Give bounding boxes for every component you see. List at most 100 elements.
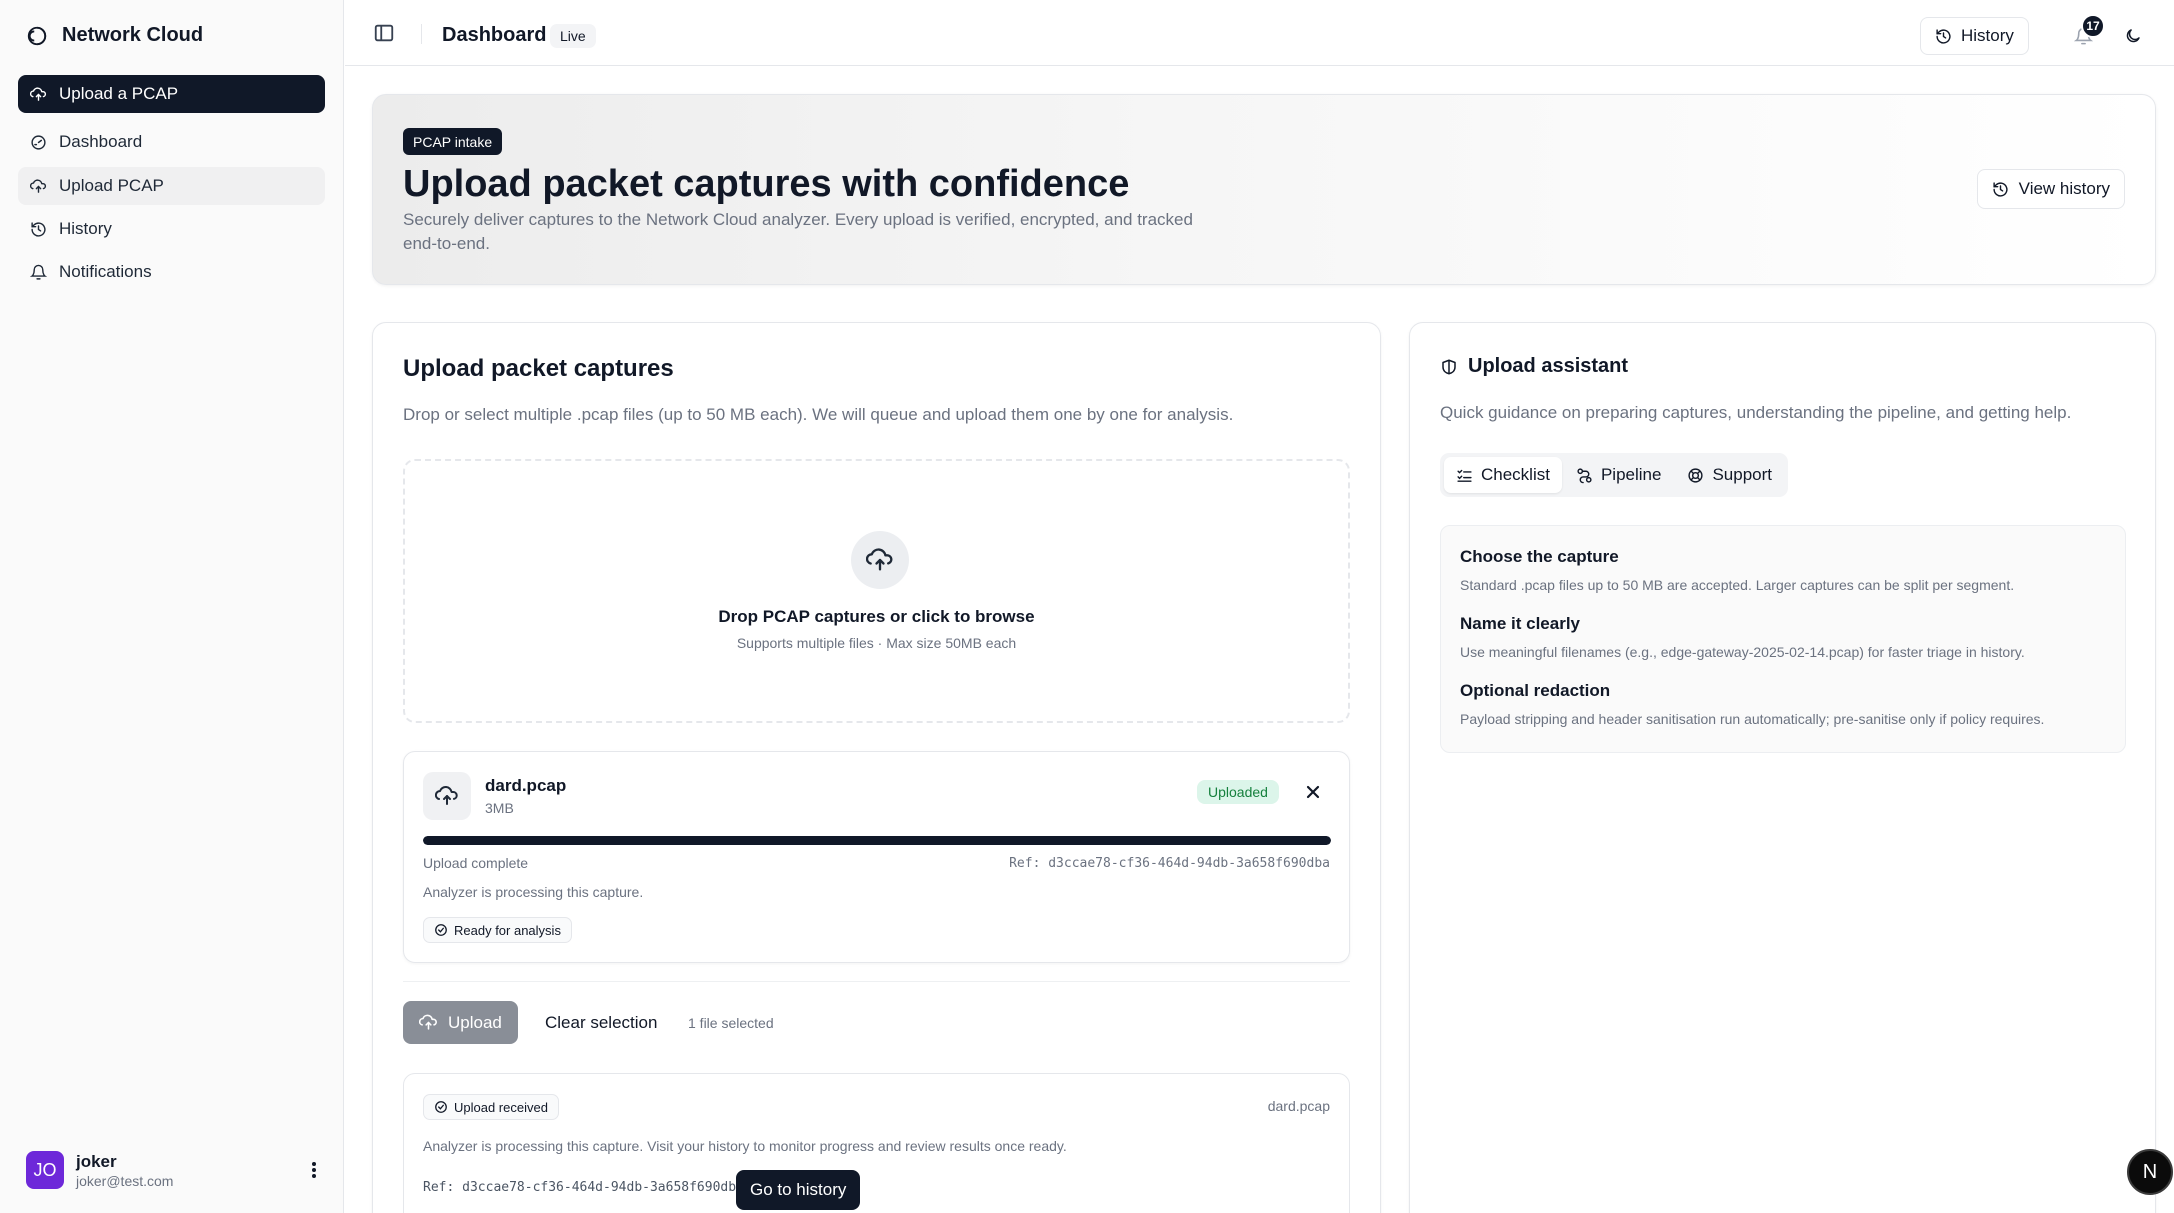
notifications-button[interactable]: 17: [2065, 14, 2105, 54]
upload-card: Upload packet captures Drop or select mu…: [372, 322, 1381, 1213]
history-icon: [31, 221, 46, 237]
history-icon: [1993, 181, 2008, 197]
dropzone-title: Drop PCAP captures or click to browse: [718, 607, 1035, 626]
history-icon: [1936, 28, 1951, 44]
history-button-label: History: [1961, 26, 2014, 45]
ready-label: Ready for analysis: [454, 922, 561, 938]
cloud-upload-icon: [30, 178, 47, 193]
upload-received-badge: Upload received: [423, 1094, 559, 1120]
brand-logo-icon: [27, 26, 47, 45]
user-email: joker@test.com: [76, 1172, 174, 1189]
tab-label: Checklist: [1481, 465, 1550, 484]
cloud-upload-icon: [435, 786, 458, 805]
sidebar-item-label: Upload PCAP: [59, 176, 164, 195]
sidebar-item-dashboard[interactable]: Dashboard: [18, 123, 325, 161]
route-icon: [1577, 467, 1592, 483]
processing-note: Analyzer is processing this capture.: [423, 884, 644, 900]
tab-label: Support: [1712, 465, 1773, 484]
assistant-tabs: Checklist Pipeline Support: [1440, 453, 1789, 497]
checklist-item-desc: Standard .pcap files up to 50 MB are acc…: [1460, 577, 2015, 593]
sidebar-item-label: Upload a PCAP: [59, 84, 179, 103]
checklist-item-title: Name it clearly: [1460, 614, 1581, 633]
sidebar-item-label: Notifications: [59, 262, 152, 281]
file-name: dard.pcap: [485, 776, 567, 795]
clear-selection-button[interactable]: Clear selection: [535, 1001, 667, 1044]
assistant-description: Quick guidance on preparing captures, un…: [1440, 403, 2072, 422]
divider: [403, 981, 1350, 982]
view-history-button[interactable]: View history: [1976, 169, 2125, 209]
upload-reference: Ref: d3ccae78-cf36-464d-94db-3a658f690db…: [1009, 856, 1330, 871]
tab-checklist[interactable]: Checklist: [1444, 457, 1562, 493]
sidebar: Network Cloud Upload a PCAP Dashboard Up…: [0, 0, 344, 1213]
sidebar-item-history[interactable]: History: [18, 210, 325, 248]
received-reference: Ref: d3ccae78-cf36-464d-94db-3a658f690db…: [423, 1180, 744, 1195]
cloud-upload-icon: [419, 1014, 437, 1030]
upload-received-label: Upload received: [454, 1099, 548, 1115]
checklist-item-desc: Payload stripping and header sanitisatio…: [1460, 711, 2045, 727]
sidebar-toggle-button[interactable]: [373, 22, 395, 44]
list-checks-icon: [1457, 469, 1472, 482]
moon-icon: [2126, 29, 2140, 43]
view-history-label: View history: [2018, 179, 2110, 198]
file-size: 3MB: [485, 800, 514, 816]
hero-badge: PCAP intake: [403, 128, 503, 155]
tab-support[interactable]: Support: [1675, 457, 1784, 493]
shield-icon: [1442, 359, 1456, 374]
selected-count: 1 file selected: [688, 1015, 774, 1031]
live-badge: Live: [550, 24, 596, 48]
checklist-item-title: Choose the capture: [1460, 547, 1619, 566]
theme-toggle-button[interactable]: [2115, 18, 2151, 54]
assistant-title: Upload assistant: [1440, 355, 1628, 378]
checklist-item-desc: Use meaningful filenames (e.g., edge-gat…: [1460, 644, 2025, 660]
status-badge: Uploaded: [1197, 780, 1279, 804]
file-item-card: dard.pcap 3MB Uploaded Upload complete R…: [403, 751, 1350, 963]
dropzone-icon-wrap: [851, 531, 909, 589]
cloud-upload-icon: [866, 548, 893, 571]
notification-count-badge: 17: [2081, 14, 2105, 38]
remove-file-button[interactable]: [1299, 778, 1327, 806]
assistant-title-label: Upload assistant: [1468, 355, 1629, 377]
topbar-divider: [421, 24, 422, 44]
go-to-history-button[interactable]: Go to history: [736, 1170, 861, 1210]
brand[interactable]: Network Cloud: [26, 24, 203, 47]
file-dropzone[interactable]: Drop PCAP captures or click to browse Su…: [403, 459, 1350, 723]
user-menu-button[interactable]: [302, 1158, 326, 1182]
ready-badge: Ready for analysis: [423, 917, 572, 943]
hero-description: Securely deliver captures to the Network…: [403, 210, 1193, 253]
sidebar-item-notifications[interactable]: Notifications: [18, 253, 325, 291]
check-circle-icon: [435, 924, 447, 936]
gauge-icon: [31, 134, 46, 150]
hero-title: Upload packet captures with confidence: [403, 163, 1130, 205]
upload-received-card: Upload received dard.pcap Analyzer is pr…: [403, 1073, 1350, 1213]
hero-banner: PCAP intake Upload packet captures with …: [372, 94, 2156, 285]
user-name: joker: [76, 1151, 117, 1171]
upload-card-title: Upload packet captures: [403, 355, 674, 382]
close-icon: [1306, 785, 1320, 799]
sidebar-toggle-icon: [374, 24, 394, 42]
upload-button[interactable]: Upload: [403, 1001, 518, 1044]
tab-pipeline[interactable]: Pipeline: [1564, 457, 1674, 493]
file-icon-wrap: [423, 772, 471, 820]
sidebar-item-label: Dashboard: [59, 132, 143, 151]
page-title: Dashboard: [442, 24, 547, 46]
checklist-panel: Choose the capture Standard .pcap files …: [1440, 525, 2126, 753]
history-button[interactable]: History: [1920, 17, 2029, 55]
topbar: Dashboard Live History 17: [345, 0, 2174, 66]
upload-card-description: Drop or select multiple .pcap files (up …: [403, 405, 1234, 424]
upload-progress-fill: [423, 836, 1331, 845]
floating-action-button[interactable]: N: [2127, 1149, 2173, 1195]
sidebar-item-upload-pcap[interactable]: Upload PCAP: [18, 167, 325, 205]
avatar: JO: [26, 1151, 64, 1189]
received-description: Analyzer is processing this capture. Vis…: [423, 1138, 1067, 1154]
check-circle-icon: [435, 1101, 447, 1113]
sidebar-item-upload-a-pcap[interactable]: Upload a PCAP: [18, 75, 325, 113]
life-buoy-icon: [1688, 467, 1704, 483]
sidebar-item-label: History: [59, 219, 112, 238]
upload-assistant-card: Upload assistant Quick guidance on prepa…: [1409, 322, 2156, 1213]
more-vertical-icon: [312, 1162, 316, 1178]
checklist-item-title: Optional redaction: [1460, 681, 1611, 700]
received-filename: dard.pcap: [1267, 1098, 1330, 1114]
user-profile[interactable]: JO joker joker@test.com: [26, 1150, 326, 1190]
app-name: Network Cloud: [62, 24, 204, 46]
upload-complete-label: Upload complete: [423, 855, 529, 871]
